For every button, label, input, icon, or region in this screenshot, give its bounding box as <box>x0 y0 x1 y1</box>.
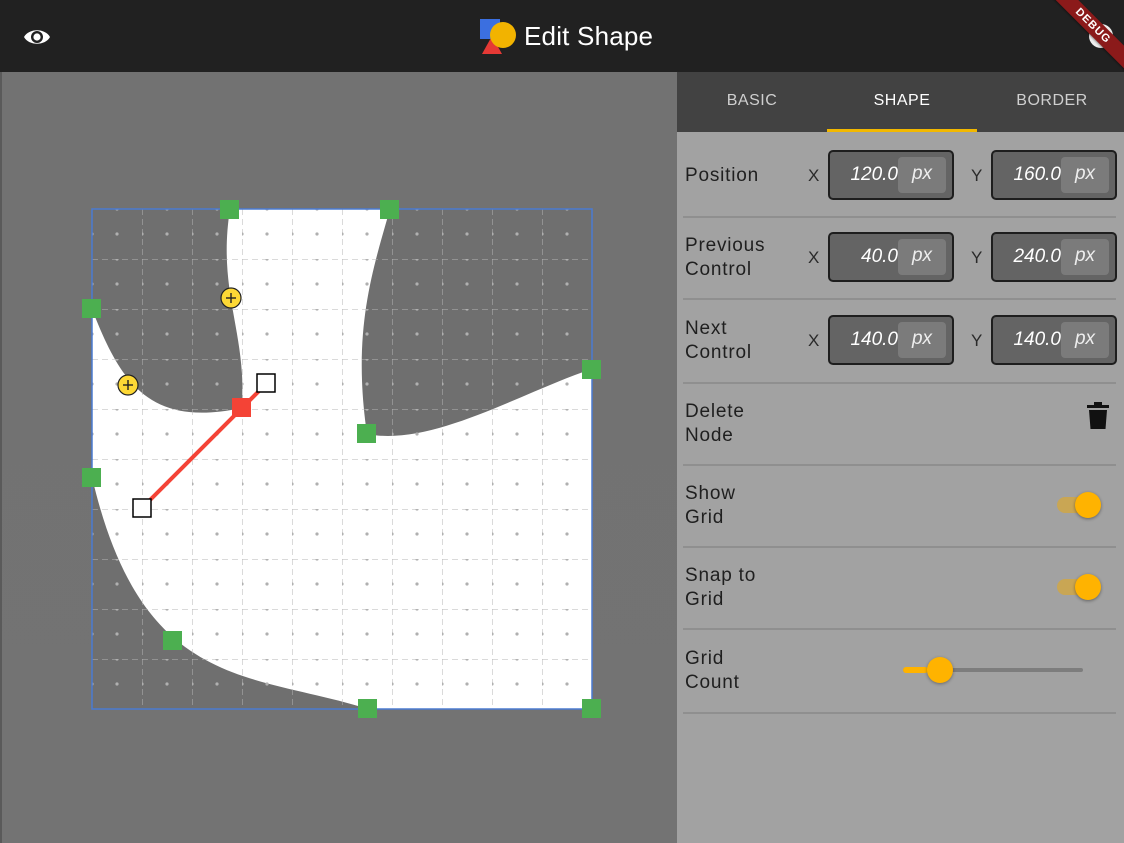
grid-count-slider[interactable] <box>903 656 1087 686</box>
shape-node[interactable] <box>358 699 377 718</box>
shape-canvas[interactable] <box>0 72 679 843</box>
debug-banner: DEBUG <box>1041 0 1124 78</box>
previous-control-y-field[interactable]: 240.0 px <box>991 232 1117 282</box>
toggle-knob <box>1075 574 1101 600</box>
show-grid-toggle[interactable] <box>1055 490 1103 520</box>
eye-icon[interactable] <box>22 24 52 50</box>
snap-to-grid-row: Snap to Grid <box>683 548 1116 630</box>
shape-node[interactable] <box>357 424 376 443</box>
x-axis-label: X <box>808 166 820 185</box>
previous-control-x-field[interactable]: 40.0 px <box>828 232 954 282</box>
shape-node[interactable] <box>220 200 239 219</box>
grid-count-label: Grid Count <box>685 648 740 693</box>
previous-control-label: Previous Control <box>685 235 766 280</box>
unit-label: px <box>898 322 946 358</box>
position-label: Position <box>685 165 759 186</box>
shape-node[interactable] <box>380 200 399 219</box>
previous-control-x-value[interactable]: 40.0 <box>836 246 898 268</box>
x-axis-label: X <box>808 331 820 350</box>
shape-node[interactable] <box>82 468 101 487</box>
show-grid-row: Show Grid <box>683 466 1116 548</box>
tab-shape[interactable]: SHAPE <box>827 72 977 132</box>
unit-label: px <box>1061 157 1109 193</box>
shape-editor-svg[interactable] <box>2 72 679 843</box>
tab-bar: BASIC SHAPE BORDER <box>677 72 1124 132</box>
delete-node-label: Delete Node <box>685 401 745 446</box>
y-axis-label: Y <box>971 331 983 350</box>
next-control-handle[interactable] <box>256 373 276 393</box>
position-x-value[interactable]: 120.0 <box>836 164 898 186</box>
slider-thumb[interactable] <box>927 657 954 683</box>
position-y-value[interactable]: 160.0 <box>999 164 1061 186</box>
title-area: Edit Shape <box>478 16 653 56</box>
next-control-y-field[interactable]: 140.0 px <box>991 315 1117 365</box>
next-control-x-value[interactable]: 140.0 <box>836 329 898 351</box>
previous-control-handle[interactable] <box>132 498 152 518</box>
show-grid-label: Show Grid <box>685 483 736 528</box>
previous-control-row: Previous Control X 40.0 px Y 240.0 px <box>683 218 1117 300</box>
grid-count-row: Grid Count <box>683 630 1116 714</box>
position-x-field[interactable]: 120.0 px <box>828 150 954 200</box>
shapes-logo-icon <box>480 19 516 54</box>
position-row: Position X 120.0 px Y 160.0 px <box>683 144 1117 218</box>
unit-label: px <box>1061 322 1109 358</box>
delete-node-row: Delete Node <box>683 384 1116 466</box>
unit-label: px <box>1061 239 1109 275</box>
y-axis-label: Y <box>971 248 983 267</box>
app-bar: Edit Shape DEBUG <box>0 0 1124 78</box>
shape-node[interactable] <box>163 631 182 650</box>
slider-fill <box>903 667 929 673</box>
shape-node[interactable] <box>582 360 601 379</box>
shape-node[interactable] <box>582 699 601 718</box>
x-axis-label: X <box>808 248 820 267</box>
properties-panel: BASIC SHAPE BORDER Position X 120.0 px Y… <box>677 72 1124 843</box>
tab-indicator <box>827 129 977 132</box>
next-control-label: Next Control <box>685 318 752 363</box>
shape-node[interactable] <box>82 299 101 318</box>
tab-basic[interactable]: BASIC <box>677 72 827 132</box>
next-control-row: Next Control X 140.0 px Y 140.0 px <box>683 300 1117 384</box>
next-control-y-value[interactable]: 140.0 <box>999 329 1061 351</box>
page-title: Edit Shape <box>524 20 654 51</box>
y-axis-label: Y <box>971 166 983 185</box>
unit-label: px <box>898 157 946 193</box>
next-control-x-field[interactable]: 140.0 px <box>828 315 954 365</box>
trash-icon[interactable] <box>1087 402 1109 430</box>
tab-border[interactable]: BORDER <box>977 72 1124 132</box>
position-y-field[interactable]: 160.0 px <box>991 150 1117 200</box>
previous-control-y-value[interactable]: 240.0 <box>999 246 1061 268</box>
snap-to-grid-toggle[interactable] <box>1055 572 1103 602</box>
unit-label: px <box>898 239 946 275</box>
selected-node[interactable] <box>232 398 251 417</box>
plus-circle-icon[interactable] <box>220 287 242 309</box>
plus-circle-icon[interactable] <box>117 374 139 396</box>
toggle-knob <box>1075 492 1101 518</box>
snap-to-grid-label: Snap to Grid <box>685 565 757 610</box>
